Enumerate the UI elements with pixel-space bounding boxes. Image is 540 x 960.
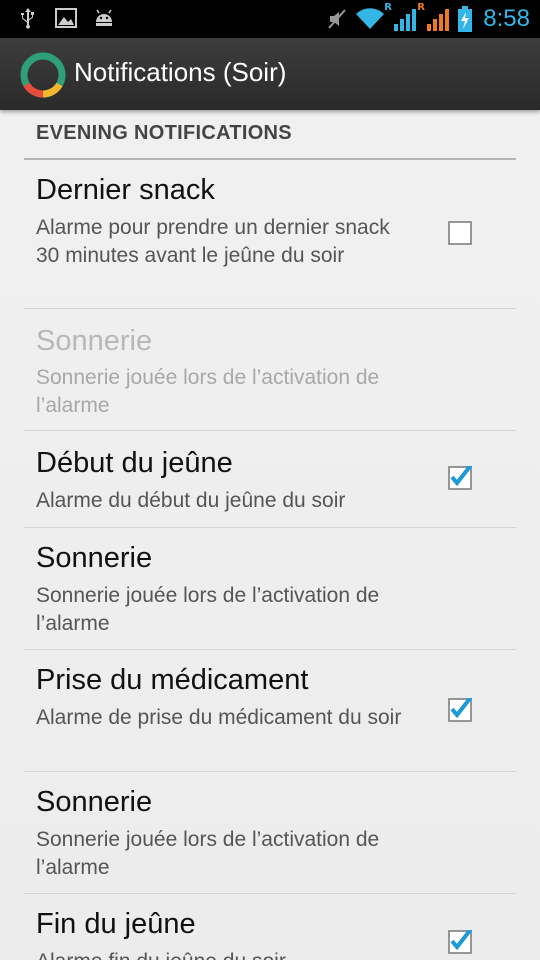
action-bar: Notifications (Soir) <box>0 38 540 110</box>
checkbox-checked[interactable] <box>448 930 472 954</box>
pref-summary: Alarme du début du jeûne du soir <box>36 489 346 512</box>
pref-ringtone-disabled: Sonnerie Sonnerie jouée lors de l’activa… <box>24 309 516 431</box>
pref-title: Fin du jeûne <box>36 908 196 940</box>
pref-title: Début du jeûne <box>36 447 233 479</box>
pref-summary: Sonnerie jouée lors de l’activation de l… <box>36 828 380 879</box>
usb-icon <box>21 8 34 29</box>
section-header: EVENING NOTIFICATIONS <box>24 112 516 160</box>
pref-last-snack[interactable]: Dernier snack Alarme pour prendre un der… <box>24 158 516 309</box>
android-icon <box>96 9 112 26</box>
pref-fast-end[interactable]: Fin du jeûne Alarme fin du jeûne du soir <box>24 894 516 960</box>
app-logo-icon[interactable] <box>18 50 68 100</box>
checkbox-unchecked[interactable] <box>448 221 472 245</box>
pref-ringtone[interactable]: Sonnerie Sonnerie jouée lors de l’activa… <box>24 528 516 650</box>
clock: 8:58 <box>483 5 530 32</box>
pref-summary: Alarme fin du jeûne du soir <box>36 948 446 960</box>
signal-icon <box>394 9 417 31</box>
pref-title: Sonnerie <box>36 786 153 818</box>
checkbox-checked[interactable] <box>448 466 472 490</box>
pref-title: Sonnerie <box>36 542 153 574</box>
page-title: Notifications (Soir) <box>74 57 287 87</box>
pref-summary: Alarme pour prendre un dernier snack 30 … <box>36 216 390 267</box>
pref-title: Sonnerie <box>36 325 153 357</box>
pref-summary: Alarme de prise du médicament du soir <box>36 706 402 729</box>
wifi-icon <box>356 8 385 30</box>
mute-icon <box>328 9 347 29</box>
pref-fast-start[interactable]: Début du jeûne Alarme du début du jeûne … <box>24 431 516 528</box>
section-header-label: EVENING NOTIFICATIONS <box>36 122 292 144</box>
pref-summary: Sonnerie jouée lors de l’activation de l… <box>36 584 380 635</box>
roaming-indicator: R <box>417 2 425 13</box>
battery-charging-icon <box>458 6 473 32</box>
picture-icon <box>55 8 77 28</box>
pref-medication[interactable]: Prise du médicament Alarme de prise du m… <box>24 650 516 772</box>
checkbox-checked[interactable] <box>448 698 472 722</box>
status-bar: R R 8:58 <box>0 0 540 38</box>
pref-summary: Sonnerie jouée lors de l’activation de l… <box>36 366 380 417</box>
roaming-indicator: R <box>384 2 392 13</box>
pref-ringtone[interactable]: Sonnerie Sonnerie jouée lors de l’activa… <box>24 772 516 894</box>
signal-icon <box>427 9 450 31</box>
pref-title: Dernier snack <box>36 174 215 206</box>
pref-title: Prise du médicament <box>36 664 309 696</box>
